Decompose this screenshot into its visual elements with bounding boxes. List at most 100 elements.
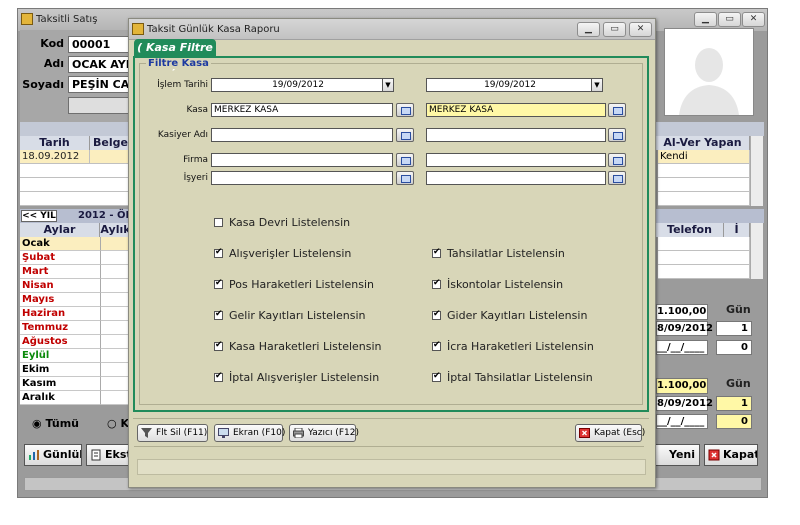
- month-row[interactable]: Haziran: [20, 307, 100, 321]
- tab-kasa-filtre[interactable]: ( Kasa Filtre ): [134, 39, 216, 72]
- chevron-down-icon[interactable]: ▼: [382, 78, 394, 92]
- ekran-button[interactable]: Ekran (F10): [214, 424, 285, 442]
- table-row[interactable]: [658, 192, 750, 206]
- chevron-down-icon[interactable]: ▼: [591, 78, 603, 92]
- kapat-button[interactable]: Kapat (Esc): [575, 424, 645, 442]
- month-row[interactable]: Şubat: [20, 251, 100, 265]
- kasa-to-input[interactable]: MERKEZ KASA: [426, 103, 606, 117]
- month-row[interactable]: Eylül: [20, 349, 100, 363]
- dialog-minimize-button[interactable]: ▁: [577, 22, 600, 37]
- month-row[interactable]: Ekim: [20, 363, 100, 377]
- checkbox-gelir[interactable]: Gelir Kayıtları Listelensin: [214, 309, 366, 322]
- date-field-2[interactable]: __/__/____: [656, 414, 708, 429]
- firma-from-lookup-icon[interactable]: [396, 153, 414, 167]
- table-row[interactable]: [658, 265, 750, 279]
- checkbox-kasa-devri[interactable]: Kasa Devri Listelensin: [214, 216, 350, 229]
- bg-kapat-button[interactable]: Kapat: [704, 444, 758, 466]
- date-field[interactable]: 8/09/2012: [656, 321, 713, 336]
- checkbox-alisverisler[interactable]: Alışverişler Listelensin: [214, 247, 351, 260]
- prev-year-button[interactable]: << YIL: [21, 210, 57, 222]
- col-header-aylar[interactable]: Aylar: [20, 223, 100, 237]
- month-amount-cell[interactable]: [100, 349, 130, 363]
- kasiyer-from-lookup-icon[interactable]: [396, 128, 414, 142]
- table-cell[interactable]: [90, 150, 132, 164]
- ekstre-button[interactable]: Ekst: [86, 444, 130, 466]
- month-amount-cell[interactable]: [100, 307, 130, 321]
- month-amount-cell[interactable]: [100, 293, 130, 307]
- kod-field[interactable]: 00001: [68, 36, 132, 53]
- month-row[interactable]: Mart: [20, 265, 100, 279]
- kasiyer-to-input[interactable]: [426, 128, 606, 142]
- month-row[interactable]: Aralık: [20, 391, 100, 405]
- minimize-button[interactable]: ▁: [694, 12, 717, 27]
- table-row[interactable]: [658, 237, 750, 251]
- filtre-sil-button[interactable]: Flt Sil (F11): [137, 424, 208, 442]
- col-header-al-ver-yapan[interactable]: Al-Ver Yapan: [656, 136, 750, 150]
- checkbox-iptal-alisverisler[interactable]: İptal Alışverişler Listelensin: [214, 371, 379, 384]
- checkbox-box[interactable]: [214, 309, 223, 320]
- isyeri-to-input[interactable]: [426, 171, 606, 185]
- table-row[interactable]: [658, 164, 750, 178]
- month-row[interactable]: Temmuz: [20, 321, 100, 335]
- soyadi-field[interactable]: PEŞİN CAR: [68, 76, 132, 93]
- firma-to-input[interactable]: [426, 153, 606, 167]
- table-row[interactable]: [20, 164, 132, 178]
- radio-tumu[interactable]: ◉ Tümü: [32, 417, 79, 430]
- checkbox-icra[interactable]: İcra Haraketleri Listelensin: [432, 340, 594, 353]
- extra-field[interactable]: [68, 97, 132, 114]
- col-header-telefon[interactable]: Telefon: [656, 223, 724, 237]
- checkbox-box[interactable]: [432, 340, 441, 351]
- month-row[interactable]: Kasım: [20, 377, 100, 391]
- amount-field[interactable]: 1.100,00: [656, 378, 708, 394]
- checkbox-gider[interactable]: Gider Kayıtları Listelensin: [432, 309, 587, 322]
- table-row[interactable]: [20, 178, 132, 192]
- close-button[interactable]: ✕: [742, 12, 765, 27]
- date-field-2[interactable]: __/__/____: [656, 340, 708, 355]
- kasiyer-from-input[interactable]: [211, 128, 393, 142]
- dialog-close-button[interactable]: ✕: [629, 22, 652, 37]
- dialog-maximize-button[interactable]: ▭: [603, 22, 626, 37]
- isyeri-to-lookup-icon[interactable]: [608, 171, 626, 185]
- table-cell-kendi[interactable]: Kendi: [658, 150, 750, 164]
- yeni-button[interactable]: Yeni: [652, 444, 700, 466]
- month-amount-cell[interactable]: [100, 279, 130, 293]
- kasa-from-lookup-icon[interactable]: [396, 103, 414, 117]
- amount-field[interactable]: 1.100,00: [656, 304, 708, 320]
- month-row[interactable]: Ocak: [20, 237, 100, 251]
- maximize-button[interactable]: ▭: [718, 12, 741, 27]
- checkbox-box[interactable]: [214, 371, 223, 382]
- checkbox-box[interactable]: [432, 371, 441, 382]
- checkbox-iskontolar[interactable]: İskontolar Listelensin: [432, 278, 563, 291]
- checkbox-box[interactable]: [214, 247, 223, 258]
- checkbox-tahsilatlar[interactable]: Tahsilatlar Listelensin: [432, 247, 565, 260]
- table-row[interactable]: [658, 251, 750, 265]
- checkbox-box[interactable]: [432, 278, 441, 289]
- gun-field[interactable]: 1: [716, 396, 752, 411]
- col-header-belge[interactable]: Belge: [90, 136, 132, 150]
- gun-field-2[interactable]: 0: [716, 414, 752, 429]
- col-header-tarih[interactable]: Tarih: [20, 136, 90, 150]
- checkbox-box[interactable]: [432, 247, 441, 258]
- radio-k[interactable]: ○ K: [107, 417, 129, 430]
- kasiyer-to-lookup-icon[interactable]: [608, 128, 626, 142]
- isyeri-from-lookup-icon[interactable]: [396, 171, 414, 185]
- checkbox-box[interactable]: [214, 340, 223, 351]
- kasa-from-input[interactable]: MERKEZ KASA: [211, 103, 393, 117]
- table-row[interactable]: [20, 192, 132, 206]
- checkbox-box[interactable]: [214, 218, 223, 227]
- month-amount-cell[interactable]: [100, 335, 130, 349]
- vertical-scrollbar[interactable]: [750, 136, 763, 206]
- checkbox-box[interactable]: [214, 278, 223, 289]
- month-amount-cell[interactable]: [100, 363, 130, 377]
- table-row[interactable]: [658, 178, 750, 192]
- checkbox-pos[interactable]: Pos Haraketleri Listelensin: [214, 278, 374, 291]
- kasa-to-lookup-icon[interactable]: [608, 103, 626, 117]
- month-row[interactable]: Mayıs: [20, 293, 100, 307]
- month-amount-cell[interactable]: [100, 377, 130, 391]
- table-row-date[interactable]: 18.09.2012: [20, 150, 90, 164]
- checkbox-iptal-tahsilatlar[interactable]: İptal Tahsilatlar Listelensin: [432, 371, 593, 384]
- month-amount-cell[interactable]: [100, 391, 130, 405]
- date-field[interactable]: 8/09/2012: [656, 396, 713, 411]
- checkbox-kasa-haraketleri[interactable]: Kasa Haraketleri Listelensin: [214, 340, 382, 353]
- islem-tarihi-to-input[interactable]: 19/09/2012: [426, 78, 592, 92]
